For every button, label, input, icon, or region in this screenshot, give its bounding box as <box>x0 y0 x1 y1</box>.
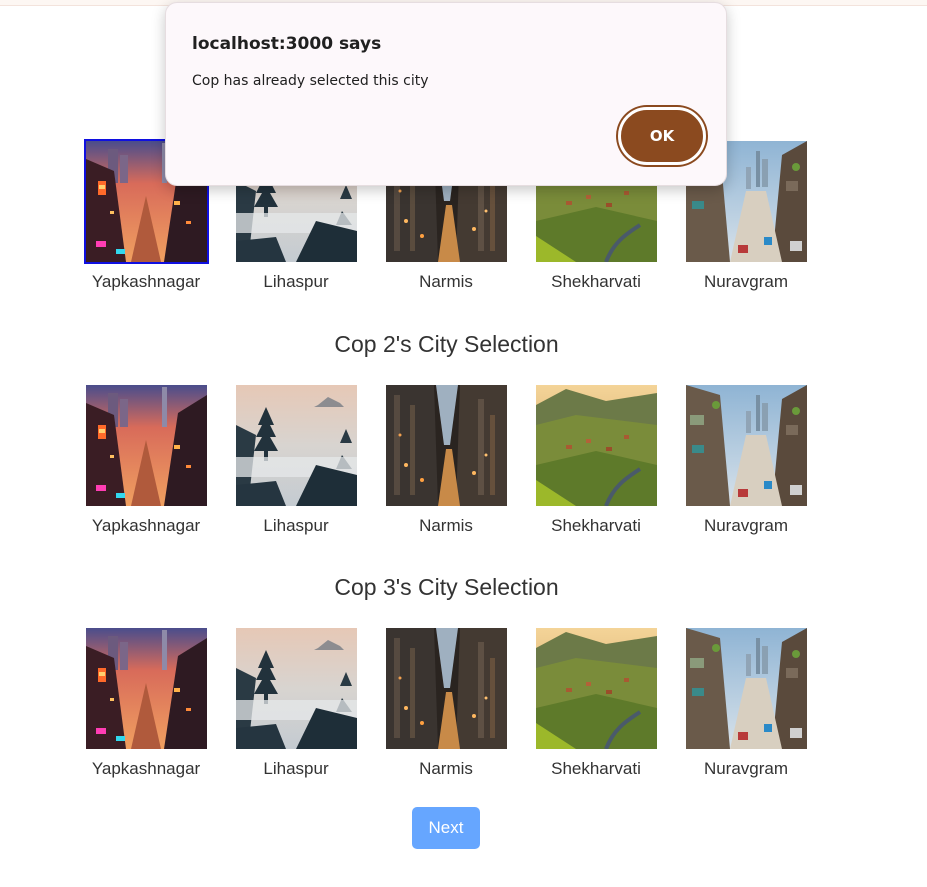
city-card[interactable]: Narmis <box>375 385 507 545</box>
city-card[interactable]: Nuravgram <box>675 385 807 545</box>
hillside-street-image[interactable] <box>686 628 807 749</box>
city-card[interactable]: Shekharvati <box>525 628 657 788</box>
city-label: Nuravgram <box>703 759 789 778</box>
hillside-street-image[interactable] <box>686 385 807 506</box>
city-label: Shekharvati <box>551 516 641 535</box>
city-label: Narmis <box>419 272 473 291</box>
misty-pagoda-image[interactable] <box>236 385 357 506</box>
city-label: Lihaspur <box>263 759 329 778</box>
green-hill-village-image[interactable] <box>536 385 657 506</box>
city-card[interactable]: Yapkashnagar <box>75 628 207 788</box>
city-label: Narmis <box>419 759 473 778</box>
city-label: Yapkashnagar <box>91 272 201 291</box>
city-row: Yapkashnagar Lihaspur Narmis Shekharvati… <box>0 628 927 788</box>
city-label: Nuravgram <box>703 272 789 291</box>
section-title: Cop 2's City Selection <box>334 331 559 357</box>
city-card[interactable]: Narmis <box>375 628 507 788</box>
misty-pagoda-image[interactable] <box>236 628 357 749</box>
alert-dialog: localhost:3000 says Cop has already sele… <box>165 2 727 186</box>
city-label: Shekharvati <box>551 759 641 778</box>
skyscraper-canyon-image[interactable] <box>386 385 507 506</box>
city-card[interactable]: Lihaspur <box>225 385 357 545</box>
city-label: Yapkashnagar <box>91 516 201 535</box>
next-button[interactable]: Next <box>412 807 480 849</box>
neon-city-street-image[interactable] <box>86 385 207 506</box>
city-row: Yapkashnagar Lihaspur Narmis Shekharvati… <box>0 385 927 545</box>
neon-city-street-image[interactable] <box>86 628 207 749</box>
city-card[interactable]: Yapkashnagar <box>75 385 207 545</box>
section-title: Cop 3's City Selection <box>334 574 559 600</box>
city-label: Nuravgram <box>703 516 789 535</box>
city-label: Lihaspur <box>263 272 329 291</box>
ok-button[interactable]: OK <box>618 107 706 165</box>
green-hill-village-image[interactable] <box>536 628 657 749</box>
city-label: Narmis <box>419 516 473 535</box>
city-label: Shekharvati <box>551 272 641 291</box>
skyscraper-canyon-image[interactable] <box>386 628 507 749</box>
city-card[interactable]: Nuravgram <box>675 628 807 788</box>
dialog-title: localhost:3000 says <box>192 34 382 54</box>
dialog-message: Cop has already selected this city <box>192 73 429 89</box>
city-card[interactable]: Lihaspur <box>225 628 357 788</box>
city-card[interactable]: Shekharvati <box>525 385 657 545</box>
city-label: Lihaspur <box>263 516 329 535</box>
city-label: Yapkashnagar <box>91 759 201 778</box>
